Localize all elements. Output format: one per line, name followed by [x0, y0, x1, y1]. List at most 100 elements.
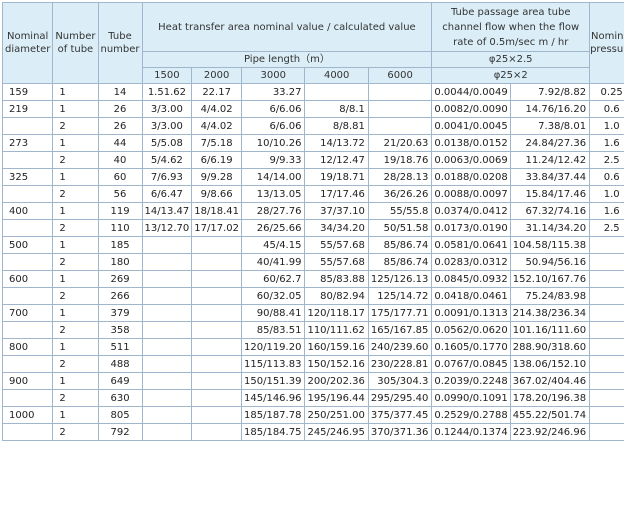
table-row: 2 630 145/146.96 195/196.44 295/295.40 0.0990… [1, 389, 624, 407]
cell-nominal-diameter [1, 287, 54, 305]
cell-flow-phi-25x2: 15.84/17.46 [509, 185, 591, 203]
cell-number-of-tube: 2 [52, 287, 99, 305]
cell-area-6000: 85/86.74 [367, 236, 433, 254]
cell-nominal-diameter [1, 321, 54, 339]
cell-area-2000: 4/4.02 [191, 117, 242, 135]
cell-area-phi-25x2-5: 0.0767/0.0845 [431, 355, 511, 373]
cell-flow-phi-25x2: 101.16/111.60 [509, 321, 591, 339]
cell-area-phi-25x2-5: 0.0374/0.0412 [431, 202, 511, 220]
cell-nominal-diameter: 159 [1, 83, 54, 101]
cell-flow-phi-25x2: 11.24/12.42 [509, 151, 591, 169]
cell-tube-number: 110 [97, 219, 143, 237]
cell-area-1500 [141, 338, 193, 356]
cell-flow-phi-25x2: 288.90/318.60 [509, 338, 591, 356]
table-row: 700 1 379 90/88.41 120/118.17 175/177.71 0.009… [1, 304, 624, 322]
cell-area-phi-25x2-5: 0.1605/0.1770 [431, 338, 511, 356]
header-number-of-tube: Number of tube [52, 2, 99, 84]
cell-area-2000 [191, 304, 242, 322]
cell-number-of-tube: 1 [52, 270, 99, 288]
header-phi-25x2-5: φ25×2.5 [431, 51, 591, 68]
cell-flow-phi-25x2: 31.14/34.20 [509, 219, 591, 237]
cell-area-2000 [191, 253, 242, 271]
cell-area-4000: 8/8.81 [304, 117, 369, 135]
cell-area-3000: 45/4.15 [240, 236, 306, 254]
cell-area-4000: 200/202.36 [304, 372, 369, 390]
cell-nominal-pressure: 2.5 [589, 151, 624, 169]
header-nominal-pressure: Nominal pressure [589, 2, 624, 84]
table-row: 500 1 185 45/4.15 55/57.68 85/86.74 0.0581/0.0… [1, 236, 624, 254]
cell-area-phi-25x2-5: 0.0041/0.0045 [431, 117, 511, 135]
table-row: 219 1 26 3/3.00 4/4.02 6/6.06 8/8.1 0.0082/0.00… [1, 100, 624, 118]
cell-flow-phi-25x2: 367.02/404.46 [509, 372, 591, 390]
cell-flow-phi-25x2: 214.38/236.34 [509, 304, 591, 322]
cell-nominal-pressure [589, 338, 624, 356]
table-row: 2 488 115/113.83 150/152.16 230/228.81 0.0767… [1, 355, 624, 373]
cell-tube-number: 60 [97, 168, 143, 186]
cell-number-of-tube: 1 [52, 168, 99, 186]
cell-tube-number: 358 [97, 321, 143, 339]
cell-area-1500 [141, 423, 193, 441]
cell-number-of-tube: 1 [52, 372, 99, 390]
cell-nominal-pressure [589, 355, 624, 373]
cell-area-3000: 28/27.76 [240, 202, 306, 220]
cell-flow-phi-25x2: 33.84/37.44 [509, 168, 591, 186]
cell-nominal-diameter [1, 151, 54, 169]
cell-area-1500 [141, 270, 193, 288]
cell-area-6000: 305/304.3 [367, 372, 433, 390]
table-row: 2 56 6/6.47 9/8.66 13/13.05 17/17.46 36/26.26 0… [1, 185, 624, 203]
cell-area-1500 [141, 355, 193, 373]
header-pipe-length: Pipe length（m） [141, 51, 433, 68]
cell-tube-number: 649 [97, 372, 143, 390]
cell-area-6000: 36/26.26 [367, 185, 433, 203]
cell-area-phi-25x2-5: 0.1244/0.1374 [431, 423, 511, 441]
cell-number-of-tube: 1 [52, 83, 99, 101]
cell-area-3000: 6/6.06 [240, 117, 306, 135]
cell-area-2000 [191, 287, 242, 305]
cell-area-3000: 10/10.26 [240, 134, 306, 152]
cell-number-of-tube: 2 [52, 355, 99, 373]
cell-area-1500 [141, 389, 193, 407]
cell-area-3000: 60/62.7 [240, 270, 306, 288]
cell-area-1500: 3/3.00 [141, 100, 193, 118]
cell-tube-number: 266 [97, 287, 143, 305]
cell-nominal-diameter: 219 [1, 100, 54, 118]
cell-area-1500 [141, 287, 193, 305]
header-tube-passage-area: Tube passage area tube channel flow when… [431, 2, 591, 52]
cell-area-4000: 34/34.20 [304, 219, 369, 237]
cell-area-phi-25x2-5: 0.0562/0.0620 [431, 321, 511, 339]
cell-nominal-diameter: 400 [1, 202, 54, 220]
cell-tube-number: 269 [97, 270, 143, 288]
cell-flow-phi-25x2: 75.24/83.98 [509, 287, 591, 305]
table-row: 800 1 511 120/119.20 160/159.16 240/239.60 0.1… [1, 338, 624, 356]
cell-tube-number: 40 [97, 151, 143, 169]
cell-number-of-tube: 1 [52, 134, 99, 152]
cell-nominal-diameter: 700 [1, 304, 54, 322]
cell-area-1500 [141, 372, 193, 390]
header-length-6000: 6000 [367, 67, 433, 84]
cell-area-1500: 1.51.62 [141, 83, 193, 101]
cell-area-1500 [141, 253, 193, 271]
cell-flow-phi-25x2: 67.32/74.16 [509, 202, 591, 220]
cell-area-2000 [191, 321, 242, 339]
cell-number-of-tube: 1 [52, 202, 99, 220]
cell-tube-number: 488 [97, 355, 143, 373]
cell-area-3000: 26/25.66 [240, 219, 306, 237]
cell-tube-number: 26 [97, 100, 143, 118]
cell-flow-phi-25x2: 223.92/246.96 [509, 423, 591, 441]
cell-area-4000 [304, 83, 369, 101]
cell-area-4000: 55/57.68 [304, 253, 369, 271]
cell-nominal-diameter: 1000 [1, 406, 54, 424]
cell-number-of-tube: 2 [52, 389, 99, 407]
cell-flow-phi-25x2: 104.58/115.38 [509, 236, 591, 254]
cell-number-of-tube: 2 [52, 423, 99, 441]
cell-area-1500: 6/6.47 [141, 185, 193, 203]
cell-area-phi-25x2-5: 0.0283/0.0312 [431, 253, 511, 271]
cell-nominal-pressure [589, 304, 624, 322]
cell-area-6000: 240/239.60 [367, 338, 433, 356]
cell-flow-phi-25x2: 152.10/167.76 [509, 270, 591, 288]
header-phi-25x2: φ25×2 [431, 67, 591, 84]
cell-nominal-diameter: 800 [1, 338, 54, 356]
cell-area-4000: 160/159.16 [304, 338, 369, 356]
cell-area-3000: 60/32.05 [240, 287, 306, 305]
cell-area-3000: 185/184.75 [240, 423, 306, 441]
